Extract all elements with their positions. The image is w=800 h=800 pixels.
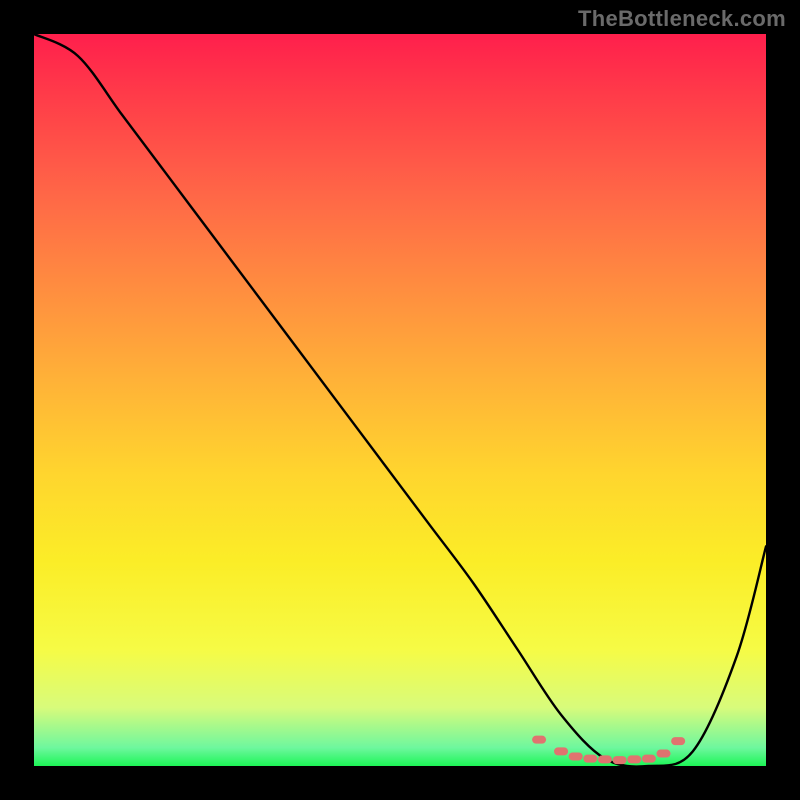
- marker-dot: [569, 752, 583, 760]
- marker-dot: [554, 747, 568, 755]
- marker-dot: [627, 755, 641, 763]
- chart-plot-area: [34, 34, 766, 766]
- marker-dot: [642, 755, 656, 763]
- marker-dot: [583, 755, 597, 763]
- marker-dot: [532, 736, 546, 744]
- marker-dot: [657, 750, 671, 758]
- watermark-text: TheBottleneck.com: [578, 6, 786, 32]
- low-bottleneck-markers: [532, 736, 685, 764]
- chart-svg: [34, 34, 766, 766]
- marker-dot: [671, 737, 685, 745]
- marker-dot: [598, 755, 612, 763]
- marker-dot: [613, 756, 627, 764]
- bottleneck-curve: [34, 34, 766, 767]
